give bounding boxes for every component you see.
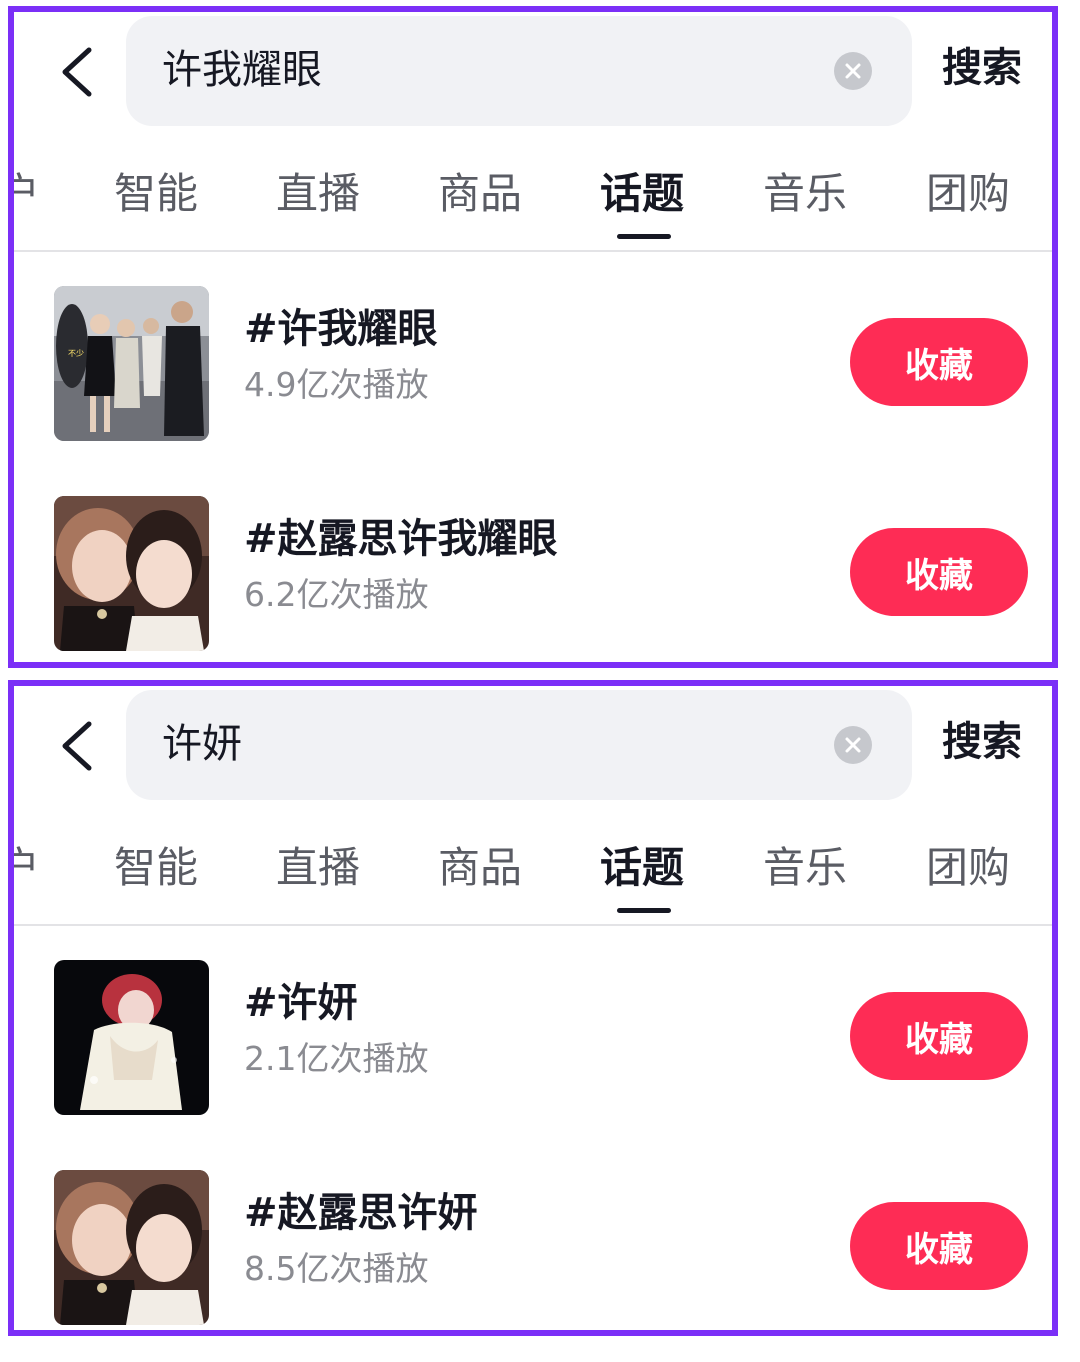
search-result-panel-1: 许我耀眼 搜索 户 智能 直播 商品 话题 音乐 团购	[8, 6, 1058, 668]
svg-text:不少: 不少	[68, 349, 84, 358]
category-tabs: 户 智能 直播 商品 话题 音乐 团购	[14, 152, 1052, 252]
clear-button[interactable]	[834, 726, 872, 764]
tab-music[interactable]: 音乐	[763, 164, 847, 224]
tab-live[interactable]: 直播	[276, 838, 360, 898]
tab-group-buy[interactable]: 团购	[926, 164, 1010, 224]
search-header: 许妍 搜索	[14, 686, 1052, 811]
topic-row[interactable]: 不少 #许我耀眼 4.9亿次播放 收藏	[14, 274, 1052, 444]
search-input[interactable]: 许妍	[126, 690, 912, 800]
active-tab-indicator	[617, 908, 671, 913]
topic-thumbnail: 不少	[54, 286, 209, 441]
search-button[interactable]: 搜索	[942, 40, 1022, 96]
tab-group-buy[interactable]: 团购	[926, 838, 1010, 898]
tab-topics[interactable]: 话题	[600, 838, 684, 898]
tab-music[interactable]: 音乐	[763, 838, 847, 898]
tab-user[interactable]: 户	[14, 164, 40, 224]
topic-thumbnail	[54, 1170, 209, 1325]
tab-products[interactable]: 商品	[438, 164, 522, 224]
clear-button[interactable]	[834, 52, 872, 90]
divider	[14, 250, 1052, 252]
tab-topics[interactable]: 话题	[600, 164, 684, 224]
favorite-button[interactable]: 收藏	[850, 992, 1028, 1080]
topic-title: #赵露思许我耀眼	[244, 516, 558, 562]
topic-row[interactable]: #赵露思许我耀眼 6.2亿次播放 收藏	[14, 484, 1052, 654]
search-input[interactable]: 许我耀眼	[126, 16, 912, 126]
favorite-button[interactable]: 收藏	[850, 528, 1028, 616]
topic-play-count: 8.5亿次播放	[244, 1249, 429, 1288]
favorite-button[interactable]: 收藏	[850, 318, 1028, 406]
topic-thumbnail	[54, 960, 209, 1115]
back-button[interactable]	[56, 716, 96, 776]
category-tabs: 户 智能 直播 商品 话题 音乐 团购	[14, 826, 1052, 926]
search-query: 许妍	[162, 721, 242, 767]
favorite-button[interactable]: 收藏	[850, 1202, 1028, 1290]
tab-smart[interactable]: 智能	[114, 838, 198, 898]
back-arrow-icon	[62, 47, 92, 97]
back-button[interactable]	[56, 42, 96, 102]
topic-play-count: 4.9亿次播放	[244, 365, 429, 404]
search-header: 许我耀眼 搜索	[14, 12, 1052, 137]
topic-row[interactable]: #许妍 2.1亿次播放 收藏	[14, 948, 1052, 1118]
topic-play-count: 2.1亿次播放	[244, 1039, 429, 1078]
search-result-panel-2: 许妍 搜索 户 智能 直播 商品 话题 音乐 团购	[8, 680, 1058, 1336]
active-tab-indicator	[617, 234, 671, 239]
divider	[14, 924, 1052, 926]
topic-play-count: 6.2亿次播放	[244, 575, 429, 614]
tab-user[interactable]: 户	[14, 838, 40, 898]
topic-row[interactable]: #赵露思许妍 8.5亿次播放 收藏	[14, 1158, 1052, 1328]
topic-thumbnail	[54, 496, 209, 651]
topic-title: #赵露思许妍	[244, 1190, 478, 1236]
topic-title: #许妍	[244, 980, 358, 1026]
clear-icon	[845, 737, 861, 753]
tab-smart[interactable]: 智能	[114, 164, 198, 224]
search-button[interactable]: 搜索	[942, 714, 1022, 770]
tab-products[interactable]: 商品	[438, 838, 522, 898]
back-arrow-icon	[62, 721, 92, 771]
clear-icon	[845, 63, 861, 79]
search-query: 许我耀眼	[162, 47, 322, 93]
tab-live[interactable]: 直播	[276, 164, 360, 224]
topic-title: #许我耀眼	[244, 306, 438, 352]
